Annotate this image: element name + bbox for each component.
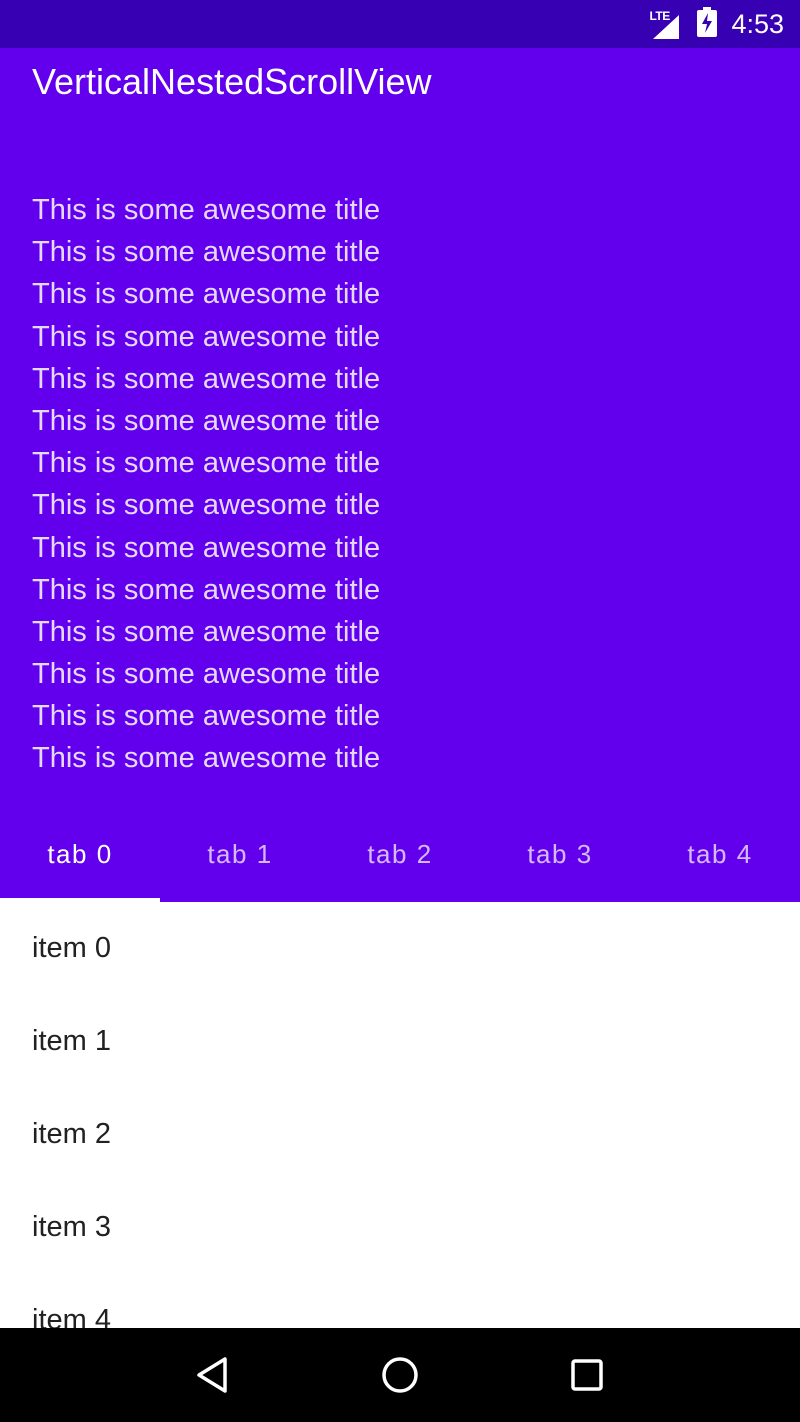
list-item[interactable]: item 4 <box>0 1274 800 1328</box>
app-bar: VerticalNestedScrollView This is some aw… <box>0 48 800 898</box>
tab-4[interactable]: tab 4 <box>640 806 800 902</box>
battery-charging-icon <box>697 6 718 42</box>
list-item[interactable]: item 2 <box>0 1088 800 1181</box>
header-line: This is some awesome title <box>32 404 381 437</box>
tab-label: tab 4 <box>687 838 753 869</box>
home-icon[interactable] <box>360 1335 440 1415</box>
header-line: This is some awesome title <box>32 447 381 480</box>
lte-signal-icon: LTE <box>649 7 683 41</box>
header-line: This is some awesome title <box>32 194 381 226</box>
system-nav-bar <box>0 1328 800 1422</box>
header-line: This is some awesome title <box>32 489 381 522</box>
back-icon[interactable] <box>173 1335 253 1415</box>
header-line: This is some awesome title <box>32 658 381 691</box>
list-item[interactable]: item 1 <box>0 995 800 1088</box>
tab-bar: tab 0 tab 1 tab 2 tab 3 tab 4 <box>0 806 800 902</box>
header-line: This is some awesome title <box>32 615 381 648</box>
recents-icon[interactable] <box>547 1335 627 1415</box>
header-line: This is some awesome title <box>32 362 381 395</box>
header-line: This is some awesome title <box>32 320 381 353</box>
tab-label: tab 2 <box>367 838 433 869</box>
tab-0[interactable]: tab 0 <box>0 806 160 902</box>
tab-1[interactable]: tab 1 <box>160 806 320 902</box>
header-line: This is some awesome title <box>32 573 381 606</box>
tab-label: tab 0 <box>47 838 113 869</box>
header-line: This is some awesome title <box>32 700 381 733</box>
status-bar: LTE 4:53 <box>0 0 800 48</box>
tab-label: tab 3 <box>527 838 593 869</box>
tab-2[interactable]: tab 2 <box>320 806 480 902</box>
header-line: This is some awesome title <box>32 236 381 269</box>
header-content: This is some awesome title This is some … <box>32 189 380 780</box>
status-clock: 4:53 <box>731 8 784 39</box>
header-line: This is some awesome title <box>32 278 381 311</box>
header-line: This is some awesome title <box>32 742 381 775</box>
tab-3[interactable]: tab 3 <box>480 806 640 902</box>
toolbar-title: VerticalNestedScrollView <box>32 61 432 102</box>
list-item[interactable]: item 3 <box>0 1181 800 1274</box>
tab-label: tab 1 <box>207 838 273 869</box>
list-item[interactable]: item 0 <box>0 902 800 995</box>
item-list[interactable]: item 0 item 1 item 2 item 3 item 4 <box>0 902 800 1328</box>
header-line: This is some awesome title <box>32 531 381 564</box>
